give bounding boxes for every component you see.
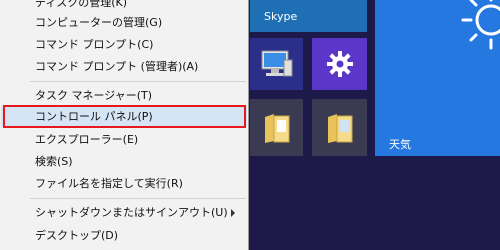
menu-separator: [30, 198, 246, 199]
sun-icon: [461, 0, 500, 50]
skype-tile[interactable]: Skype: [250, 0, 367, 32]
computer-icon: [261, 50, 292, 77]
menu-item-shutdown-label: シャットダウンまたはサインアウト(U): [35, 206, 228, 219]
folder-icon: [327, 113, 352, 143]
menu-separator: [30, 81, 246, 82]
red-highlight-outline: [3, 105, 246, 128]
menu-item-command-prompt-admin[interactable]: コマンド プロンプト (管理者)(A): [1, 56, 247, 77]
menu-item-run[interactable]: ファイル名を指定して実行(R): [1, 173, 247, 194]
power-user-context-menu: ディスクの管理(K) コンピューターの管理(G) コマンド プロンプト(C) コ…: [0, 0, 249, 250]
computer-tile[interactable]: [250, 38, 303, 90]
folder-tile[interactable]: [250, 99, 303, 156]
gear-icon: [326, 51, 353, 77]
menu-item-desktop[interactable]: デスクトップ(D): [1, 225, 247, 246]
menu-item-search[interactable]: 検索(S): [1, 151, 247, 172]
menu-item-explorer[interactable]: エクスプローラー(E): [1, 129, 247, 150]
menu-item-command-prompt[interactable]: コマンド プロンプト(C): [1, 34, 247, 55]
menu-item-task-manager[interactable]: タスク マネージャー(T): [1, 85, 247, 106]
settings-tile[interactable]: [312, 38, 367, 90]
weather-tile-label: 天気: [389, 138, 411, 151]
menu-item-shutdown-signout[interactable]: シャットダウンまたはサインアウト(U): [1, 202, 247, 223]
folder-tile[interactable]: [312, 99, 367, 156]
weather-tile[interactable]: 天気: [375, 0, 500, 156]
submenu-arrow-icon: [231, 209, 235, 217]
skype-tile-label: Skype: [264, 10, 298, 23]
menu-item-computer-management[interactable]: コンピューターの管理(G): [1, 12, 247, 33]
folder-icon: [264, 113, 289, 143]
